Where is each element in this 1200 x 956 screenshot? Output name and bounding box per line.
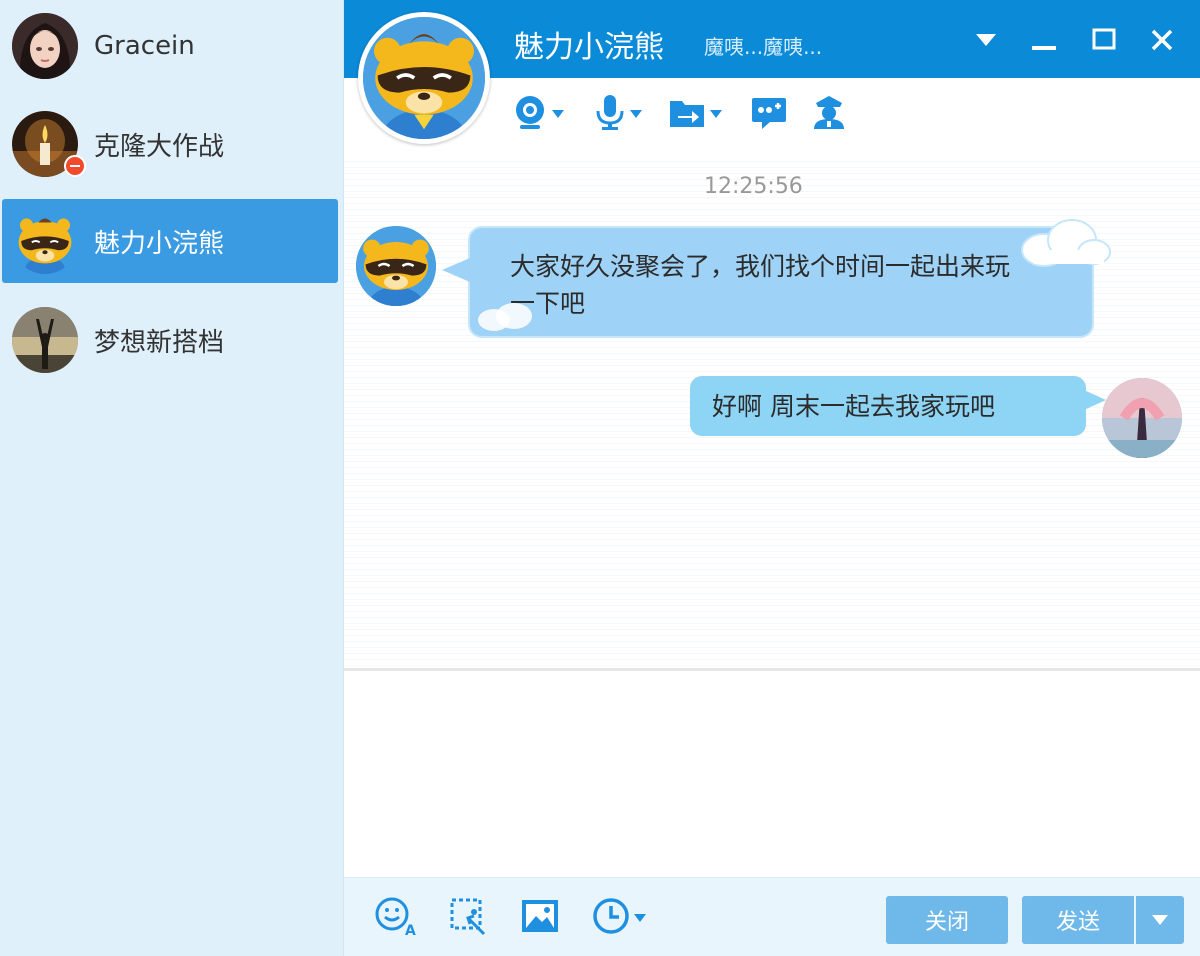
voice-call-icon	[594, 93, 626, 135]
video-call-button[interactable]	[512, 92, 564, 136]
contact-item-gracein[interactable]: Gracein	[2, 4, 338, 88]
contact-status: 魔咦...魔咦...	[704, 35, 823, 59]
avatar	[12, 208, 78, 274]
bottom-toolbar: A 关闭 发送	[344, 877, 1200, 956]
my-avatar[interactable]	[1102, 378, 1182, 458]
contact-name: 克隆大作战	[94, 131, 225, 162]
outgoing-message-bubble[interactable]: 好啊 周末一起去我家玩吧	[690, 376, 1106, 436]
svg-text:A: A	[405, 923, 416, 936]
chevron-down-icon	[1152, 915, 1168, 925]
dropdown-icon[interactable]	[966, 20, 1006, 60]
contact-avatar-large[interactable]	[358, 12, 490, 144]
close-icon[interactable]	[1142, 20, 1182, 60]
contact-item-clone-battle[interactable]: 克隆大作战	[2, 102, 338, 186]
image-icon	[520, 898, 560, 938]
contact-item-raccoon[interactable]: 魅力小浣熊	[2, 199, 338, 283]
chat-title: 魅力小浣熊	[514, 30, 664, 65]
emoji-font-icon: A	[374, 896, 418, 940]
avatar	[12, 13, 78, 79]
history-button[interactable]	[592, 896, 646, 940]
clock-icon	[592, 897, 630, 939]
send-button[interactable]: 发送	[1022, 896, 1134, 944]
contact-item-dream-partner[interactable]: 梦想新搭档	[2, 298, 338, 382]
chevron-down-icon	[710, 110, 722, 118]
close-button[interactable]: 关闭	[886, 896, 1008, 944]
send-options-button[interactable]	[1136, 896, 1184, 944]
avatar	[12, 111, 86, 177]
message-timestamp: 12:25:56	[704, 174, 803, 199]
message-input[interactable]	[344, 671, 1200, 877]
cloud-decoration-icon	[1021, 219, 1111, 267]
contact-sidebar: Gracein 克隆大作战 魅力小浣熊 梦想新搭档	[0, 0, 344, 956]
emoji-font-button[interactable]: A	[374, 896, 418, 940]
screenshot-icon	[448, 896, 488, 940]
chevron-down-icon	[630, 110, 642, 118]
image-button[interactable]	[520, 896, 560, 940]
message-text: 好啊 周末一起去我家玩吧	[712, 392, 995, 421]
incoming-message-bubble[interactable]: 大家好久没聚会了，我们找个时间一起出来玩一下吧	[442, 219, 1111, 338]
chat-window: 魅力小浣熊 魔咦...魔咦... 12:25:56 大家好久没聚会了，我们找个时…	[344, 0, 1200, 956]
screenshot-button[interactable]	[448, 896, 488, 940]
sender-avatar[interactable]	[356, 226, 436, 306]
remote-assist-button[interactable]	[750, 92, 788, 136]
police-icon	[810, 93, 848, 135]
video-call-icon	[512, 94, 548, 134]
raccoon-avatar	[363, 17, 485, 139]
message-text: 大家好久没聚会了，我们找个时间一起出来玩一下吧	[510, 252, 1011, 318]
chevron-down-icon	[552, 110, 564, 118]
file-transfer-button[interactable]	[668, 92, 722, 136]
contact-name: Gracein	[94, 31, 195, 61]
chevron-down-icon	[634, 914, 646, 922]
minimize-icon[interactable]	[1024, 20, 1064, 60]
avatar	[12, 307, 78, 373]
remote-assist-icon	[750, 94, 788, 134]
contact-name: 梦想新搭档	[94, 327, 225, 358]
message-list[interactable]: 12:25:56 大家好久没聚会了，我们找个时间一起出来玩一下吧 好啊 周末一起…	[344, 156, 1200, 668]
file-transfer-icon	[668, 95, 706, 133]
minus-badge-icon	[64, 155, 86, 177]
voice-call-button[interactable]	[594, 92, 642, 136]
security-button[interactable]	[810, 92, 848, 136]
maximize-icon[interactable]	[1084, 20, 1124, 60]
contact-name: 魅力小浣熊	[94, 228, 225, 259]
